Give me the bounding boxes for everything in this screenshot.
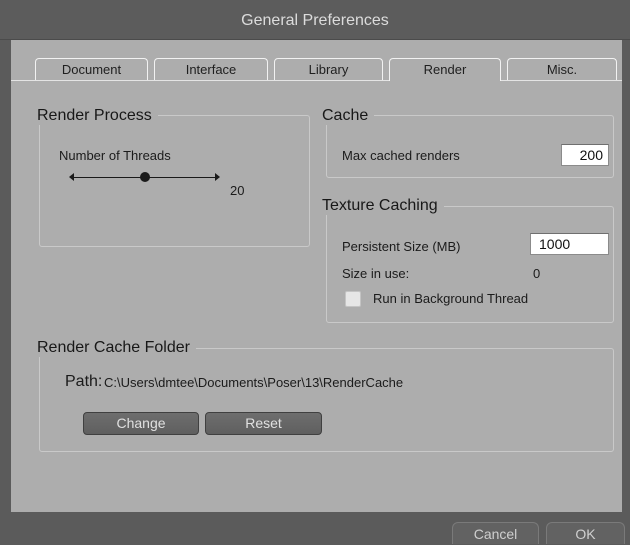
threads-label: Number of Threads — [59, 148, 171, 163]
size-in-use-label: Size in use: — [342, 266, 410, 281]
window-title: General Preferences — [0, 0, 630, 40]
render-cache-folder-title: Render Cache Folder — [35, 339, 196, 357]
change-button[interactable]: Change — [83, 412, 199, 435]
threads-value: 20 — [230, 183, 245, 198]
tab-library[interactable]: Library — [274, 58, 383, 80]
max-cached-label: Max cached renders — [342, 148, 460, 163]
tab-interface[interactable]: Interface — [154, 58, 268, 80]
background-thread-checkbox[interactable] — [345, 291, 361, 307]
persistent-size-label: Persistent Size (MB) — [342, 239, 461, 254]
triangle-right-icon[interactable] — [215, 173, 220, 181]
persistent-size-input[interactable]: 1000 — [530, 233, 609, 255]
tab-misc[interactable]: Misc. — [507, 58, 617, 80]
cache-title: Cache — [320, 107, 375, 125]
ok-button[interactable]: OK — [546, 522, 625, 544]
background-thread-label: Run in Background Thread — [373, 291, 529, 306]
circle-knob-icon[interactable] — [139, 172, 150, 182]
tab-document[interactable]: Document — [35, 58, 148, 80]
reset-button[interactable]: Reset — [205, 412, 322, 435]
preferences-panel: Document Interface Library Render Misc. … — [11, 40, 622, 512]
texture-caching-title: Texture Caching — [320, 197, 444, 215]
render-process-title: Render Process — [35, 107, 158, 125]
tab-render[interactable]: Render — [389, 58, 501, 81]
render-process-group — [39, 115, 310, 247]
max-cached-input[interactable]: 200 — [561, 144, 609, 166]
render-cache-folder-group — [39, 348, 614, 452]
cancel-button[interactable]: Cancel — [452, 522, 539, 544]
size-in-use-value: 0 — [533, 266, 541, 281]
path-label: Path: — [65, 373, 103, 390]
path-value: C:\Users\dmtee\Documents\Poser\13\Render… — [104, 375, 404, 390]
